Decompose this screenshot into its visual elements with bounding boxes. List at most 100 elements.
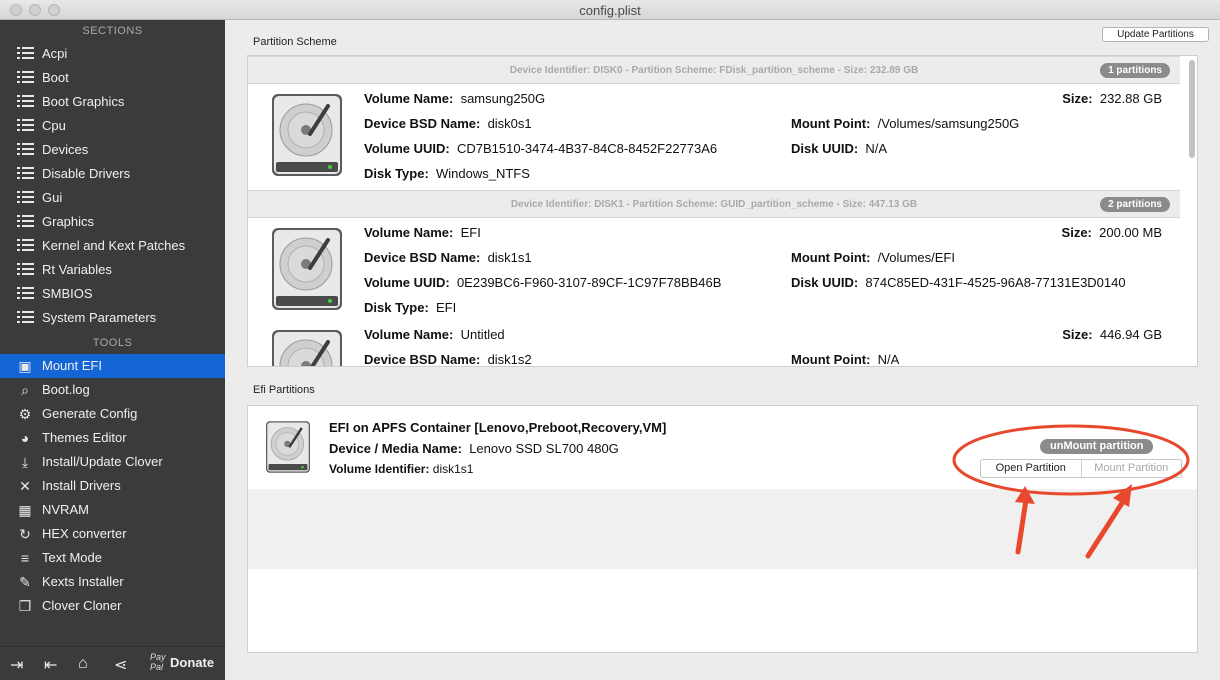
export-icon[interactable]: ⇤	[44, 655, 57, 675]
paypal-icon[interactable]: Pay Pal	[150, 652, 166, 672]
volume-name-value: Untitled	[460, 327, 505, 342]
disk-uuid-value: N/A	[865, 141, 888, 156]
bsd-name-label: Device BSD Name:	[364, 250, 481, 265]
scrollbar[interactable]	[1189, 60, 1195, 158]
list-icon	[17, 215, 34, 229]
sidebar-item-boot-graphics[interactable]: Boot Graphics	[0, 90, 225, 114]
mount-point-label: Mount Point:	[791, 250, 871, 265]
tool-item-mount-efi[interactable]: ▣ Mount EFI	[0, 354, 225, 378]
home-icon[interactable]: ⌂	[78, 655, 88, 673]
volume-uuid-label: Volume UUID:	[364, 141, 450, 156]
disk-uuid-label: Disk UUID:	[791, 141, 859, 156]
tool-item-text-mode[interactable]: ≡ Text Mode	[0, 546, 225, 570]
disk-header: Device Identifier: DISK0 - Partition Sch…	[248, 56, 1180, 84]
share-icon[interactable]: ⋖	[114, 655, 127, 675]
list-icon	[17, 119, 34, 133]
tool-item-generate-config[interactable]: ⚙ Generate Config	[0, 402, 225, 426]
mount-point-value: N/A	[877, 352, 900, 367]
sidebar-item-graphics[interactable]: Graphics	[0, 210, 225, 234]
partition-scheme-label: Partition Scheme	[253, 36, 337, 48]
sidebar: SECTIONS Acpi Boot Boot Graphics Cpu Devices…	[0, 20, 225, 680]
list-icon	[17, 95, 34, 109]
partition-scheme-list[interactable]: Device Identifier: DISK0 - Partition Sch…	[247, 55, 1198, 367]
efi-title: EFI on APFS Container [Lenovo,Preboot,Re…	[329, 420, 667, 435]
efi-partition-row[interactable]: EFI on APFS Container [Lenovo,Preboot,Re…	[248, 406, 1197, 489]
hard-drive-icon	[270, 328, 344, 367]
volume-name-label: Volume Name:	[364, 327, 454, 342]
tool-item-hex-converter[interactable]: ↻ HEX converter	[0, 522, 225, 546]
update-partitions-button[interactable]: Update Partitions	[1102, 27, 1209, 42]
sidebar-item-kernel-and-kext-patches[interactable]: Kernel and Kext Patches	[0, 234, 225, 258]
list-icon	[17, 263, 34, 277]
open-partition-button[interactable]: Open Partition	[981, 460, 1082, 477]
mount-partition-button[interactable]: Mount Partition	[1082, 460, 1182, 477]
tool-item-install-update-clover[interactable]: ⤓ Install/Update Clover	[0, 450, 225, 474]
partition-count-badge: 2 partitions	[1100, 197, 1170, 212]
tool-item-install-drivers[interactable]: ✕ Install Drivers	[0, 474, 225, 498]
tool-item-label: Install Drivers	[42, 478, 121, 493]
tool-item-label: Boot.log	[42, 382, 90, 397]
sections-list: Acpi Boot Boot Graphics Cpu Devices Disable D…	[0, 42, 225, 330]
palette-icon: ◕	[20, 430, 30, 446]
tool-item-kexts-installer[interactable]: ✎ Kexts Installer	[0, 570, 225, 594]
sidebar-item-disable-drivers[interactable]: Disable Drivers	[0, 162, 225, 186]
bsd-name-label: Device BSD Name:	[364, 352, 481, 367]
tool-item-clover-cloner[interactable]: ❐ Clover Cloner	[0, 594, 225, 618]
tool-item-label: Text Mode	[42, 550, 102, 565]
partition-row[interactable]: Volume Name: Untitled Device BSD Name: di…	[248, 320, 1180, 367]
size-field: Size: 446.94 GB	[1062, 327, 1162, 342]
volume-name-label: Volume Name:	[364, 225, 454, 240]
tool-item-themes-editor[interactable]: ◕ Themes Editor	[0, 426, 225, 450]
list-icon	[17, 287, 34, 301]
hard-drive-icon	[270, 92, 344, 178]
volume-name-value: EFI	[460, 225, 481, 240]
tool-item-nvram[interactable]: ▦ NVRAM	[0, 498, 225, 522]
hard-drive-icon	[262, 420, 314, 474]
disk-type-value: Windows_NTFS	[436, 166, 530, 181]
tool-item-label: Themes Editor	[42, 430, 127, 445]
partition-row[interactable]: Volume Name: samsung250G Device BSD Name:…	[248, 84, 1180, 190]
sidebar-item-rt-variables[interactable]: Rt Variables	[0, 258, 225, 282]
list-icon	[17, 143, 34, 157]
sidebar-item-system-parameters[interactable]: System Parameters	[0, 306, 225, 330]
volume-uuid-value: CD7B1510-3474-4B37-84C8-8452F22773A6	[456, 141, 718, 156]
disk-type-value: EFI	[436, 300, 457, 315]
partition-count-badge: 1 partitions	[1100, 63, 1170, 78]
disk-uuid-field: Disk UUID: 874C85ED-431F-4525-96A8-77131…	[791, 275, 1126, 290]
tools-list: ▣ Mount EFI ⌕ Boot.log ⚙ Generate Config ◕ Them…	[0, 354, 225, 618]
donate-button[interactable]: Donate	[170, 655, 214, 670]
sidebar-item-acpi[interactable]: Acpi	[0, 42, 225, 66]
sidebar-item-devices[interactable]: Devices	[0, 138, 225, 162]
hard-drive-icon	[270, 226, 344, 312]
tool-item-label: Generate Config	[42, 406, 138, 421]
size-field: Size: 200.00 MB	[1062, 225, 1162, 240]
efi-partitions-label: Efi Partitions	[253, 384, 315, 396]
disk-uuid-label: Disk UUID:	[791, 275, 859, 290]
sidebar-item-cpu[interactable]: Cpu	[0, 114, 225, 138]
tool-item-label: Mount EFI	[42, 358, 102, 373]
sidebar-bottom-bar: ⇥ ⇤ ⌂ ⋖ Pay Pal Donate	[0, 646, 225, 680]
partition-row[interactable]: Volume Name: EFI Device BSD Name: disk1s1…	[248, 218, 1180, 324]
tool-item-boot-log[interactable]: ⌕ Boot.log	[0, 378, 225, 402]
bsd-name-field: Device BSD Name: disk0s1	[364, 116, 532, 131]
sidebar-item-gui[interactable]: Gui	[0, 186, 225, 210]
tool-item-label: Clover Cloner	[42, 598, 122, 613]
volume-identifier-label: Volume Identifier:	[329, 462, 430, 476]
sidebar-item-label: Cpu	[42, 118, 66, 133]
disk-type-field: Disk Type: EFI	[364, 300, 456, 315]
volume-name-field: Volume Name: EFI	[364, 225, 481, 240]
import-icon[interactable]: ⇥	[10, 655, 23, 675]
efi-list-empty-area	[248, 489, 1197, 569]
main-panel: Partition Scheme Update Partitions Devic…	[225, 20, 1220, 680]
list-icon	[17, 311, 34, 325]
mount-point-field: Mount Point: N/A	[791, 352, 900, 367]
sidebar-item-boot[interactable]: Boot	[0, 66, 225, 90]
sidebar-item-label: Devices	[42, 142, 89, 157]
kext-icon: ✎	[19, 574, 31, 590]
unmount-partition-button[interactable]: unMount partition	[1040, 439, 1154, 454]
tool-item-label: NVRAM	[42, 502, 89, 517]
sidebar-item-smbios[interactable]: SMBIOS	[0, 282, 225, 306]
gears-icon: ⚙	[18, 406, 32, 422]
list-icon	[17, 191, 34, 205]
volume-name-value: samsung250G	[460, 91, 546, 106]
